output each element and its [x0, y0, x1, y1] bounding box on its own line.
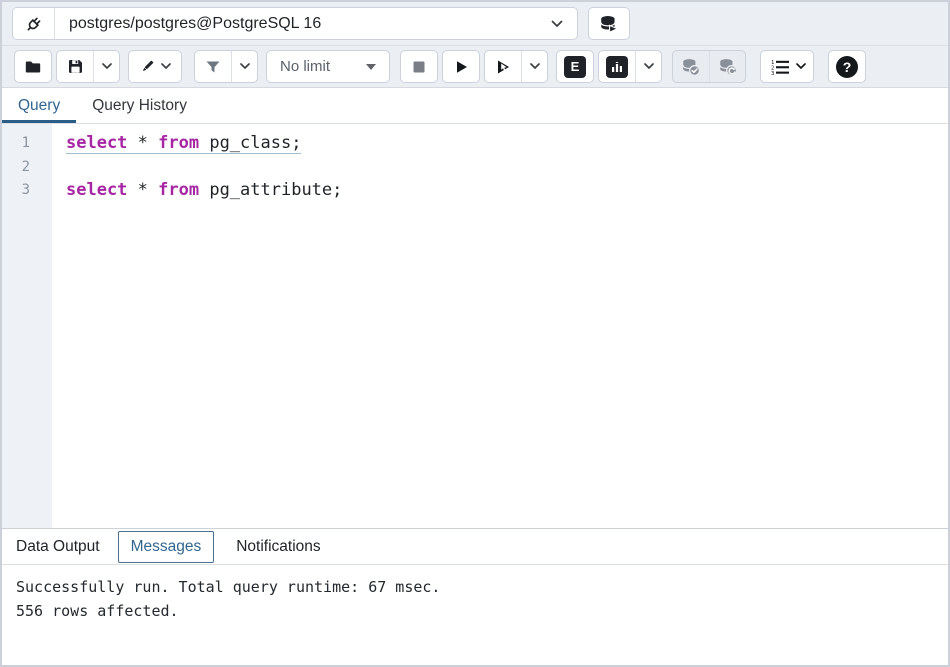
code-line[interactable] [66, 156, 948, 180]
chevron-down-icon [644, 63, 654, 70]
funnel-icon [204, 58, 222, 76]
chevron-down-icon [102, 63, 112, 70]
chevron-down-icon [161, 63, 171, 70]
help-button[interactable]: ? [829, 51, 865, 82]
explain-analyze-button[interactable] [599, 51, 635, 82]
edit-button[interactable] [129, 51, 181, 82]
tab-data-output[interactable]: Data Output [16, 532, 112, 562]
line-number: 1 [2, 132, 52, 156]
tab-query[interactable]: Query [2, 88, 76, 123]
commit-button [673, 51, 709, 82]
code-line[interactable]: select * from pg_attribute; [66, 179, 948, 203]
rollback-button [709, 51, 745, 82]
tab-notifications[interactable]: Notifications [224, 532, 332, 562]
row-limit-value: No limit [280, 58, 330, 75]
connection-select[interactable]: postgres/postgres@PostgreSQL 16 [55, 8, 577, 39]
save-button[interactable] [57, 51, 93, 82]
save-group [56, 50, 120, 83]
query-toolbar: No limit [2, 46, 948, 88]
question-icon: ? [836, 56, 858, 78]
connection-status-button[interactable] [13, 8, 55, 39]
tab-messages[interactable]: Messages [118, 531, 215, 563]
editor-tab-bar: Query Query History [2, 88, 948, 124]
chevron-down-icon [551, 20, 563, 28]
line-number: 2 [2, 156, 52, 180]
query-tool-window: postgres/postgres@PostgreSQL 16 [0, 0, 950, 667]
help-group: ? [828, 50, 866, 83]
numbered-list-icon: 1 2 3 [769, 58, 791, 76]
svg-text:3: 3 [771, 71, 774, 76]
new-connection-button[interactable] [588, 7, 630, 40]
execute-options-button[interactable] [521, 51, 547, 82]
stop-icon [411, 59, 427, 75]
edit-group [128, 50, 182, 83]
sql-editor[interactable]: 123 select * from pg_class; select * fro… [2, 124, 948, 528]
code-line[interactable]: select * from pg_class; [66, 132, 948, 156]
row-limit-select[interactable]: No limit [266, 50, 390, 83]
execute-script-button[interactable] [485, 51, 521, 82]
line-number-gutter: 123 [2, 124, 52, 528]
pencil-icon [139, 58, 156, 75]
save-options-button[interactable] [93, 51, 119, 82]
bar-chart-icon [606, 56, 628, 78]
transaction-group [672, 50, 746, 83]
tab-notifications-label: Notifications [236, 538, 320, 555]
messages-panel: Successfully run. Total query runtime: 6… [2, 565, 948, 665]
floppy-disk-icon [67, 58, 84, 75]
filter-options-button[interactable] [231, 51, 257, 82]
message-line: 556 rows affected. [16, 599, 934, 623]
line-number: 3 [2, 179, 52, 203]
macros-button[interactable]: 1 2 3 [761, 51, 813, 82]
open-file-group [14, 50, 52, 83]
new-connection-database-icon [599, 14, 619, 34]
stop-group [400, 50, 438, 83]
connection-select-value: postgres/postgres@PostgreSQL 16 [69, 15, 321, 33]
execute-button[interactable] [443, 51, 479, 82]
explain-button[interactable]: E [557, 51, 593, 82]
explain-group: E [556, 50, 594, 83]
folder-icon [24, 58, 42, 76]
connection-group: postgres/postgres@PostgreSQL 16 [12, 7, 578, 40]
chevron-down-icon [530, 63, 540, 70]
message-line: Successfully run. Total query runtime: 6… [16, 575, 934, 599]
execute-group [442, 50, 480, 83]
filter-button[interactable] [195, 51, 231, 82]
tab-messages-label: Messages [131, 538, 202, 555]
db-commit-icon [681, 57, 701, 77]
open-file-button[interactable] [15, 51, 51, 82]
code-area[interactable]: select * from pg_class; select * from pg… [52, 124, 948, 528]
tab-query-label: Query [18, 97, 60, 115]
explain-icon: E [564, 56, 586, 78]
db-rollback-icon [718, 57, 738, 77]
play-cursor-icon [494, 58, 512, 76]
explain-analyze-group [598, 50, 662, 83]
macros-group: 1 2 3 [760, 50, 814, 83]
tab-data-output-label: Data Output [16, 538, 100, 555]
filter-group [194, 50, 258, 83]
dropdown-arrow-icon [366, 64, 376, 70]
chevron-down-icon [240, 63, 250, 70]
connection-bar: postgres/postgres@PostgreSQL 16 [2, 2, 948, 46]
play-icon [453, 59, 469, 75]
results-tab-bar: Data Output Messages Notifications [2, 528, 948, 565]
cancel-query-button[interactable] [401, 51, 437, 82]
tab-query-history[interactable]: Query History [76, 88, 203, 123]
execute-script-group [484, 50, 548, 83]
plug-icon [24, 14, 44, 34]
chevron-down-icon [796, 63, 806, 70]
tab-query-history-label: Query History [92, 97, 187, 115]
explain-options-button[interactable] [635, 51, 661, 82]
